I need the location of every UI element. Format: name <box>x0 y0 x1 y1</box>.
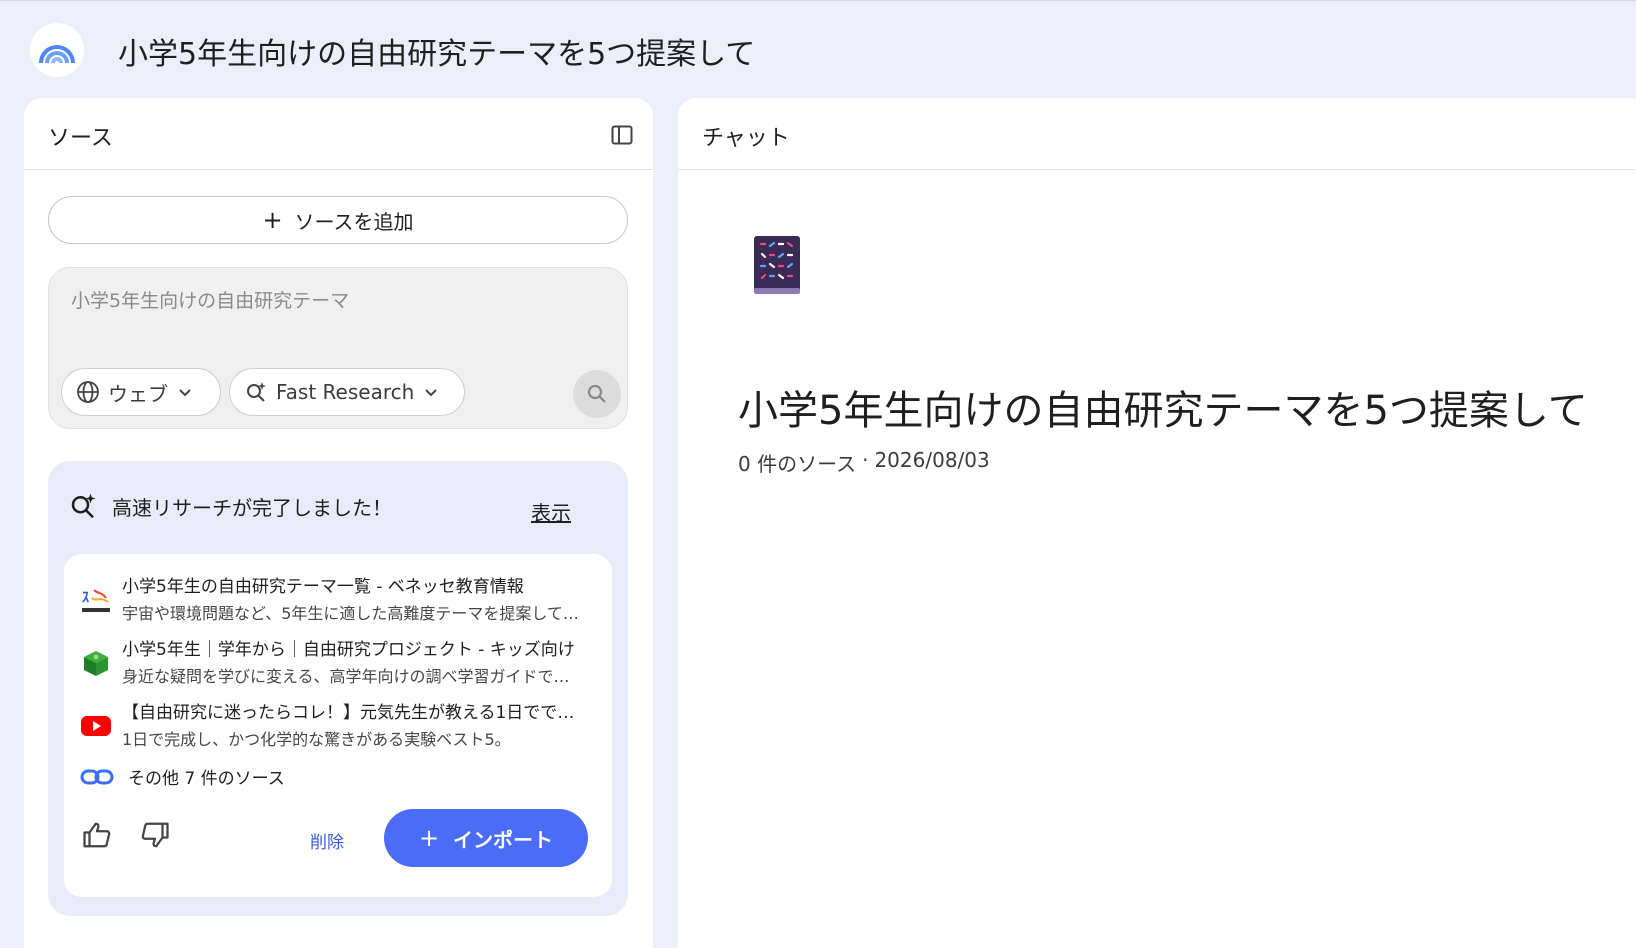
notebook-date: 2026/08/03 <box>874 448 990 472</box>
result-item[interactable]: 小学5年生｜学年から｜自由研究プロジェクト - キッズ向け 身近な疑問を学びに変… <box>80 635 590 691</box>
chevron-down-icon <box>179 389 191 397</box>
research-results-list: ｽ 小学5年生の自由研究テーマ一覧 - ベネッセ教育情報 宇宙や環境問題など、5… <box>64 554 612 897</box>
result-title: 【自由研究に迷ったらコレ！】元気先生が教える1日でできる実験 <box>122 703 582 723</box>
result-description: 1日で完成し、かつ化学的な驚きがある実験ベスト5。 <box>122 730 511 749</box>
search-icon <box>587 384 606 403</box>
page-title: 小学5年生向けの自由研究テーマを5つ提案して <box>118 37 756 72</box>
sparkle-search-icon <box>247 382 266 402</box>
plus-icon: + <box>262 206 283 234</box>
research-pill-label: Fast Research <box>276 380 415 404</box>
research-header: 高速リサーチが完了しました！ <box>68 491 392 521</box>
result-item[interactable]: ｽ 小学5年生の自由研究テーマ一覧 - ベネッセ教育情報 宇宙や環境問題など、5… <box>80 572 590 628</box>
top-bar: 小学5年生向けの自由研究テーマを5つ提案して <box>0 0 1636 96</box>
result-description: 宇宙や環境問題など、5年生に適した高難度テーマを提案しています。 <box>122 604 582 623</box>
svg-text:ｽ: ｽ <box>82 590 89 606</box>
plus-icon: + <box>418 824 440 852</box>
chat-panel: チャット 小学5年生向けの自由研究テーマを5つ提案して 0 件のソース · 20… <box>678 98 1636 948</box>
youtube-icon <box>80 710 112 742</box>
notebook-logo-icon[interactable] <box>30 23 84 77</box>
chevron-down-icon <box>425 389 437 397</box>
benesse-favicon-icon: ｽ <box>80 584 112 616</box>
import-button[interactable]: + インポート <box>384 809 588 867</box>
thumbs-down-icon <box>141 822 169 848</box>
meta-separator: · <box>862 448 869 472</box>
sources-panel: ソース + ソースを追加 ウェブ <box>24 98 653 948</box>
notebook-title: 小学5年生向けの自由研究テーマを5つ提案して <box>738 388 1588 434</box>
globe-icon <box>77 381 99 403</box>
import-label: インポート <box>453 827 554 852</box>
thumbs-up-button[interactable] <box>82 820 112 854</box>
more-sources-label: その他 7 件のソース <box>128 769 285 789</box>
sources-panel-title: ソース <box>48 126 113 151</box>
green-cube-icon <box>80 647 112 679</box>
thumbs-up-icon <box>83 822 111 848</box>
result-item[interactable]: 【自由研究に迷ったらコレ！】元気先生が教える1日でできる実験 1日で完成し、かつ… <box>80 698 590 754</box>
notebook-emoji-icon <box>752 234 802 300</box>
more-sources-link[interactable]: その他 7 件のソース <box>80 764 285 789</box>
sidebar-toggle-icon <box>611 125 633 145</box>
notebook-meta: 0 件のソース · 2026/08/03 <box>738 448 990 477</box>
add-source-button[interactable]: + ソースを追加 <box>48 196 628 244</box>
result-title: 小学5年生｜学年から｜自由研究プロジェクト - キッズ向け <box>122 640 575 660</box>
research-result-card: 高速リサーチが完了しました！ 表示 ｽ 小学5年生の自由研究テーマ一覧 - ベネ… <box>48 461 628 916</box>
collapse-panel-button[interactable] <box>605 118 639 152</box>
research-mode-dropdown[interactable]: Fast Research <box>229 368 465 416</box>
search-submit-button[interactable] <box>573 370 621 418</box>
chat-panel-title: チャット <box>702 126 790 151</box>
sparkle-search-icon <box>71 493 96 519</box>
link-icon <box>80 769 114 784</box>
web-source-dropdown[interactable]: ウェブ <box>61 368 221 416</box>
research-complete-title: 高速リサーチが完了しました！ <box>112 495 392 520</box>
chat-panel-header: チャット <box>678 98 1636 170</box>
add-source-label: ソースを追加 <box>294 209 414 234</box>
result-title: 小学5年生の自由研究テーマ一覧 - ベネッセ教育情報 <box>122 577 524 597</box>
thumbs-down-button[interactable] <box>140 820 170 854</box>
web-pill-label: ウェブ <box>108 381 168 406</box>
show-results-link[interactable]: 表示 <box>531 497 571 526</box>
delete-button[interactable]: 削除 <box>310 828 344 853</box>
result-description: 身近な疑問を学びに変える、高学年向けの調べ学習ガイドです。 <box>122 667 582 686</box>
source-count: 0 件のソース <box>738 452 857 476</box>
source-search-input[interactable] <box>71 286 591 316</box>
source-search-box: ウェブ Fast Research <box>48 267 628 429</box>
sources-panel-header: ソース <box>24 98 653 170</box>
